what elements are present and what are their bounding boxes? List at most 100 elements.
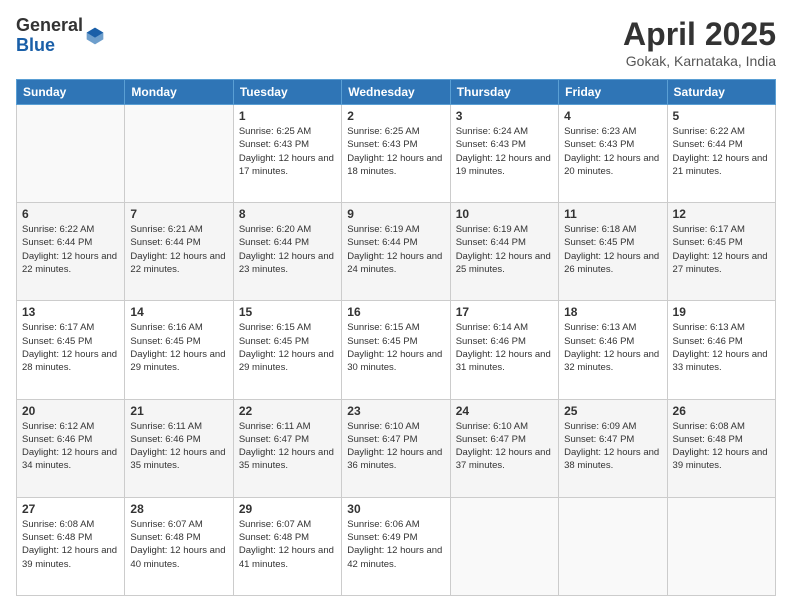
day-info: Sunrise: 6:12 AM Sunset: 6:46 PM Dayligh… — [22, 420, 119, 473]
day-info: Sunrise: 6:11 AM Sunset: 6:47 PM Dayligh… — [239, 420, 336, 473]
day-number: 3 — [456, 109, 553, 123]
calendar-cell: 4Sunrise: 6:23 AM Sunset: 6:43 PM Daylig… — [559, 105, 667, 203]
day-number: 24 — [456, 404, 553, 418]
calendar-cell: 12 Sunrise: 6:17 AM Sunset: 6:45 PM Dayli… — [667, 203, 775, 301]
day-info: Sunrise: 6:06 AM Sunset: 6:49 PM Dayligh… — [347, 518, 444, 571]
header-row: SundayMondayTuesdayWednesdayThursdayFrid… — [17, 80, 776, 105]
calendar-cell: 18 Sunrise: 6:13 AM Sunset: 6:46 PM Dayli… — [559, 301, 667, 399]
calendar-cell: 28 Sunrise: 6:07 AM Sunset: 6:48 PM Dayli… — [125, 497, 233, 595]
calendar-cell: 11Sunrise: 6:18 AM Sunset: 6:45 PM Dayli… — [559, 203, 667, 301]
day-number: 23 — [347, 404, 444, 418]
calendar-cell: 13 Sunrise: 6:17 AM Sunset: 6:45 PM Dayli… — [17, 301, 125, 399]
day-number: 21 — [130, 404, 227, 418]
day-info: Sunrise: 6:25 AM Sunset: 6:43 PM Dayligh… — [347, 125, 444, 178]
day-info: Sunrise: 6:22 AM Sunset: 6:44 PM Dayligh… — [22, 223, 119, 276]
day-info: Sunrise: 6:08 AM Sunset: 6:48 PM Dayligh… — [22, 518, 119, 571]
calendar-cell: 19Sunrise: 6:13 AM Sunset: 6:46 PM Dayli… — [667, 301, 775, 399]
day-info: Sunrise: 6:07 AM Sunset: 6:48 PM Dayligh… — [130, 518, 227, 571]
weekday-header: Saturday — [667, 80, 775, 105]
day-info: Sunrise: 6:13 AM Sunset: 6:46 PM Dayligh… — [564, 321, 661, 374]
weekday-header: Monday — [125, 80, 233, 105]
calendar-cell: 7 Sunrise: 6:21 AM Sunset: 6:44 PM Daylig… — [125, 203, 233, 301]
day-info: Sunrise: 6:10 AM Sunset: 6:47 PM Dayligh… — [347, 420, 444, 473]
calendar-cell — [559, 497, 667, 595]
day-number: 26 — [673, 404, 770, 418]
calendar-cell: 25 Sunrise: 6:09 AM Sunset: 6:47 PM Dayli… — [559, 399, 667, 497]
calendar-cell — [667, 497, 775, 595]
calendar-week-row: 20 Sunrise: 6:12 AM Sunset: 6:46 PM Dayli… — [17, 399, 776, 497]
weekday-header: Thursday — [450, 80, 558, 105]
day-number: 22 — [239, 404, 336, 418]
day-info: Sunrise: 6:17 AM Sunset: 6:45 PM Dayligh… — [673, 223, 770, 276]
day-number: 14 — [130, 305, 227, 319]
calendar-cell: 6Sunrise: 6:22 AM Sunset: 6:44 PM Daylig… — [17, 203, 125, 301]
day-number: 4 — [564, 109, 661, 123]
calendar-cell: 10Sunrise: 6:19 AM Sunset: 6:44 PM Dayli… — [450, 203, 558, 301]
day-number: 16 — [347, 305, 444, 319]
day-number: 25 — [564, 404, 661, 418]
day-number: 18 — [564, 305, 661, 319]
day-info: Sunrise: 6:15 AM Sunset: 6:45 PM Dayligh… — [239, 321, 336, 374]
weekday-header: Tuesday — [233, 80, 341, 105]
calendar-cell: 24 Sunrise: 6:10 AM Sunset: 6:47 PM Dayli… — [450, 399, 558, 497]
day-info: Sunrise: 6:08 AM Sunset: 6:48 PM Dayligh… — [673, 420, 770, 473]
calendar-week-row: 6Sunrise: 6:22 AM Sunset: 6:44 PM Daylig… — [17, 203, 776, 301]
day-number: 13 — [22, 305, 119, 319]
day-info: Sunrise: 6:10 AM Sunset: 6:47 PM Dayligh… — [456, 420, 553, 473]
calendar-cell: 2 Sunrise: 6:25 AM Sunset: 6:43 PM Daylig… — [342, 105, 450, 203]
calendar-cell: 27 Sunrise: 6:08 AM Sunset: 6:48 PM Dayli… — [17, 497, 125, 595]
day-number: 8 — [239, 207, 336, 221]
calendar-cell: 29Sunrise: 6:07 AM Sunset: 6:48 PM Dayli… — [233, 497, 341, 595]
calendar-week-row: 13 Sunrise: 6:17 AM Sunset: 6:45 PM Dayli… — [17, 301, 776, 399]
calendar-cell — [17, 105, 125, 203]
calendar-cell: 14Sunrise: 6:16 AM Sunset: 6:45 PM Dayli… — [125, 301, 233, 399]
day-number: 7 — [130, 207, 227, 221]
day-number: 17 — [456, 305, 553, 319]
calendar-week-row: 27 Sunrise: 6:08 AM Sunset: 6:48 PM Dayli… — [17, 497, 776, 595]
day-number: 20 — [22, 404, 119, 418]
day-info: Sunrise: 6:17 AM Sunset: 6:45 PM Dayligh… — [22, 321, 119, 374]
calendar-cell — [125, 105, 233, 203]
calendar-cell: 17Sunrise: 6:14 AM Sunset: 6:46 PM Dayli… — [450, 301, 558, 399]
day-info: Sunrise: 6:24 AM Sunset: 6:43 PM Dayligh… — [456, 125, 553, 178]
day-number: 29 — [239, 502, 336, 516]
calendar-cell: 16 Sunrise: 6:15 AM Sunset: 6:45 PM Dayli… — [342, 301, 450, 399]
day-info: Sunrise: 6:09 AM Sunset: 6:47 PM Dayligh… — [564, 420, 661, 473]
day-info: Sunrise: 6:19 AM Sunset: 6:44 PM Dayligh… — [456, 223, 553, 276]
month-title: April 2025 — [623, 16, 776, 53]
calendar-cell: 22 Sunrise: 6:11 AM Sunset: 6:47 PM Dayli… — [233, 399, 341, 497]
day-info: Sunrise: 6:21 AM Sunset: 6:44 PM Dayligh… — [130, 223, 227, 276]
day-info: Sunrise: 6:13 AM Sunset: 6:46 PM Dayligh… — [673, 321, 770, 374]
calendar-cell: 3 Sunrise: 6:24 AM Sunset: 6:43 PM Daylig… — [450, 105, 558, 203]
calendar-cell: 20 Sunrise: 6:12 AM Sunset: 6:46 PM Dayli… — [17, 399, 125, 497]
calendar-cell: 30 Sunrise: 6:06 AM Sunset: 6:49 PM Dayli… — [342, 497, 450, 595]
calendar-cell: 8Sunrise: 6:20 AM Sunset: 6:44 PM Daylig… — [233, 203, 341, 301]
day-info: Sunrise: 6:18 AM Sunset: 6:45 PM Dayligh… — [564, 223, 661, 276]
day-number: 28 — [130, 502, 227, 516]
day-number: 27 — [22, 502, 119, 516]
weekday-header: Sunday — [17, 80, 125, 105]
weekday-header: Wednesday — [342, 80, 450, 105]
day-number: 9 — [347, 207, 444, 221]
logo-general-text: General — [16, 16, 83, 36]
calendar-week-row: 1 Sunrise: 6:25 AM Sunset: 6:43 PM Daylig… — [17, 105, 776, 203]
calendar-cell: 15 Sunrise: 6:15 AM Sunset: 6:45 PM Dayli… — [233, 301, 341, 399]
calendar-cell: 26 Sunrise: 6:08 AM Sunset: 6:48 PM Dayli… — [667, 399, 775, 497]
day-number: 15 — [239, 305, 336, 319]
calendar-table: SundayMondayTuesdayWednesdayThursdayFrid… — [16, 79, 776, 596]
location: Gokak, Karnataka, India — [623, 53, 776, 69]
calendar-cell: 21Sunrise: 6:11 AM Sunset: 6:46 PM Dayli… — [125, 399, 233, 497]
day-number: 12 — [673, 207, 770, 221]
logo-icon — [85, 26, 105, 46]
day-info: Sunrise: 6:25 AM Sunset: 6:43 PM Dayligh… — [239, 125, 336, 178]
calendar-cell: 23 Sunrise: 6:10 AM Sunset: 6:47 PM Dayli… — [342, 399, 450, 497]
day-number: 1 — [239, 109, 336, 123]
weekday-header: Friday — [559, 80, 667, 105]
day-number: 5 — [673, 109, 770, 123]
day-info: Sunrise: 6:22 AM Sunset: 6:44 PM Dayligh… — [673, 125, 770, 178]
calendar-cell: 5 Sunrise: 6:22 AM Sunset: 6:44 PM Daylig… — [667, 105, 775, 203]
day-number: 30 — [347, 502, 444, 516]
title-section: April 2025 Gokak, Karnataka, India — [623, 16, 776, 69]
day-info: Sunrise: 6:15 AM Sunset: 6:45 PM Dayligh… — [347, 321, 444, 374]
day-number: 2 — [347, 109, 444, 123]
